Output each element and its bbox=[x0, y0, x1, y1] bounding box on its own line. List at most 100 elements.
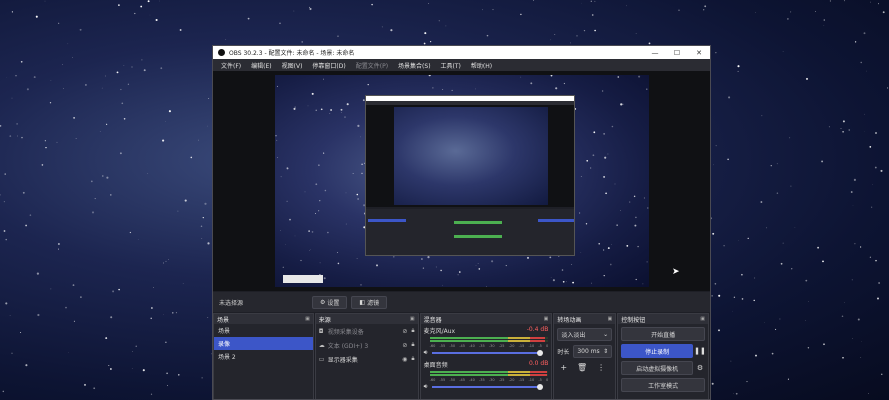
sources-dock-header[interactable]: 来源 ▣ bbox=[315, 314, 418, 324]
scene-item-selected[interactable]: 录像 bbox=[214, 337, 313, 350]
filters-button[interactable]: ◧ 滤镜 bbox=[351, 295, 388, 309]
mixer-dock-header[interactable]: 混音器 ▣ bbox=[420, 314, 552, 324]
star bbox=[761, 115, 763, 117]
source-item[interactable]: ☁ 文本 (GDI+) 3 ⊘ 🔒︎ bbox=[316, 338, 418, 352]
close-button[interactable]: ✕ bbox=[688, 49, 710, 57]
menu-profile[interactable]: 配置文件(P) bbox=[351, 61, 393, 70]
star bbox=[860, 356, 862, 358]
star bbox=[29, 214, 32, 216]
eye-hidden-icon[interactable]: ⊘ bbox=[402, 342, 407, 349]
star bbox=[770, 165, 772, 167]
star bbox=[609, 263, 612, 266]
menu-tools[interactable]: 工具(T) bbox=[436, 61, 466, 70]
star bbox=[75, 138, 77, 139]
lock-icon[interactable]: 🔒︎ bbox=[411, 341, 414, 349]
star bbox=[129, 231, 132, 234]
volume-slider-knob[interactable] bbox=[537, 350, 544, 356]
volume-slider[interactable] bbox=[431, 350, 544, 356]
star bbox=[611, 244, 612, 245]
transition-select[interactable]: 淡入淡出 ⌄ bbox=[557, 328, 613, 341]
star bbox=[566, 281, 568, 283]
menu-help[interactable]: 帮助(H) bbox=[466, 61, 497, 70]
star bbox=[864, 113, 865, 115]
menu-scene-collection[interactable]: 场景集合(S) bbox=[393, 61, 436, 70]
eye-hidden-icon[interactable]: ⊘ bbox=[402, 328, 407, 335]
scale-tick-label: 0 bbox=[546, 378, 549, 382]
scene-item[interactable]: 场景 2 bbox=[214, 350, 313, 363]
maximize-button[interactable]: ☐ bbox=[666, 49, 688, 57]
properties-button[interactable]: ⚙ 设置 bbox=[312, 295, 348, 309]
minimize-button[interactable]: — bbox=[644, 49, 666, 57]
menu-docks[interactable]: 停靠窗口(D) bbox=[307, 61, 350, 70]
spin-arrows-icon[interactable]: ⇕ bbox=[603, 348, 608, 355]
remove-transition-icon[interactable]: 🗑︎ bbox=[577, 363, 587, 372]
more-options-icon[interactable]: ⋮ bbox=[597, 363, 605, 372]
star bbox=[614, 183, 616, 185]
title-bar[interactable]: OBS 30.2.3 - 配置文件: 未命名 - 场景: 未命名 — ☐ ✕ bbox=[213, 46, 710, 59]
controls-title: 控制按钮 bbox=[621, 316, 646, 324]
star bbox=[563, 82, 566, 85]
undock-icon[interactable]: ▣ bbox=[607, 316, 612, 322]
speaker-icon[interactable]: 🔊︎ bbox=[424, 383, 432, 391]
menu-view[interactable]: 视图(V) bbox=[277, 61, 308, 70]
preview-area[interactable] bbox=[213, 71, 710, 291]
source-item[interactable]: ◘ 视频采集设备 ⊘ 🔒︎ bbox=[316, 324, 418, 338]
star bbox=[150, 393, 153, 395]
speaker-icon[interactable]: 🔊︎ bbox=[424, 349, 432, 357]
star bbox=[50, 79, 52, 81]
undock-icon[interactable]: ▣ bbox=[410, 316, 415, 322]
virtual-camera-button[interactable]: 启动虚拟摄像机 bbox=[621, 361, 693, 375]
star bbox=[590, 167, 592, 169]
stop-recording-button[interactable]: 停止录制 bbox=[621, 344, 693, 358]
volume-slider[interactable] bbox=[431, 384, 544, 390]
star bbox=[151, 307, 153, 309]
undock-icon[interactable]: ▣ bbox=[700, 316, 705, 322]
star bbox=[727, 158, 729, 161]
add-transition-icon[interactable]: + bbox=[560, 363, 567, 372]
star bbox=[184, 199, 187, 202]
star bbox=[520, 76, 522, 78]
star bbox=[620, 103, 623, 106]
meter-bar bbox=[429, 340, 549, 342]
star bbox=[432, 87, 434, 89]
star bbox=[728, 96, 731, 99]
star bbox=[177, 210, 179, 212]
scene-item[interactable]: 场景 bbox=[214, 324, 313, 337]
controls-dock-header[interactable]: 控制按钮 ▣ bbox=[618, 314, 708, 324]
volume-slider-knob[interactable] bbox=[537, 384, 544, 390]
undock-icon[interactable]: ▣ bbox=[305, 316, 310, 322]
preview-canvas[interactable] bbox=[275, 75, 649, 287]
duration-spinbox[interactable]: 300 ms ⇕ bbox=[573, 345, 613, 358]
lock-icon[interactable]: 🔒︎ bbox=[411, 355, 414, 363]
meter-scale: -60 -55 -50 -45 -40 -35 -30 -25 -20 -15 -10 -5 0 bbox=[430, 378, 549, 382]
star bbox=[323, 78, 324, 80]
undock-icon[interactable]: ▣ bbox=[544, 316, 549, 322]
start-streaming-button[interactable]: 开始直播 bbox=[621, 327, 705, 341]
star bbox=[360, 136, 361, 138]
star bbox=[110, 316, 113, 319]
transitions-dock-header[interactable]: 转场动画 ▣ bbox=[554, 314, 616, 324]
menu-file[interactable]: 文件(F) bbox=[216, 61, 246, 70]
menu-edit[interactable]: 编辑(E) bbox=[246, 61, 276, 70]
star bbox=[142, 369, 145, 372]
star bbox=[779, 318, 781, 320]
star bbox=[120, 88, 122, 91]
star bbox=[591, 282, 592, 284]
star bbox=[530, 82, 533, 85]
monitor-icon: ▭ bbox=[318, 355, 325, 363]
star bbox=[11, 11, 13, 13]
eye-icon[interactable]: ◉ bbox=[402, 356, 407, 363]
star bbox=[340, 112, 342, 114]
pause-icon[interactable]: ❚❚ bbox=[694, 344, 706, 358]
star bbox=[58, 248, 59, 250]
scenes-dock-header[interactable]: 场景 ▣ bbox=[214, 314, 313, 324]
star bbox=[56, 141, 58, 143]
gear-icon[interactable]: ⚙ bbox=[695, 361, 705, 375]
star bbox=[805, 279, 808, 282]
source-item[interactable]: ▭ 显示器采集 ◉ 🔒︎ bbox=[316, 352, 418, 366]
star bbox=[775, 328, 777, 330]
studio-mode-button[interactable]: 工作室模式 bbox=[621, 378, 705, 392]
star bbox=[16, 123, 18, 125]
properties-label: 设置 bbox=[327, 299, 340, 307]
lock-icon[interactable]: 🔒︎ bbox=[411, 327, 414, 335]
